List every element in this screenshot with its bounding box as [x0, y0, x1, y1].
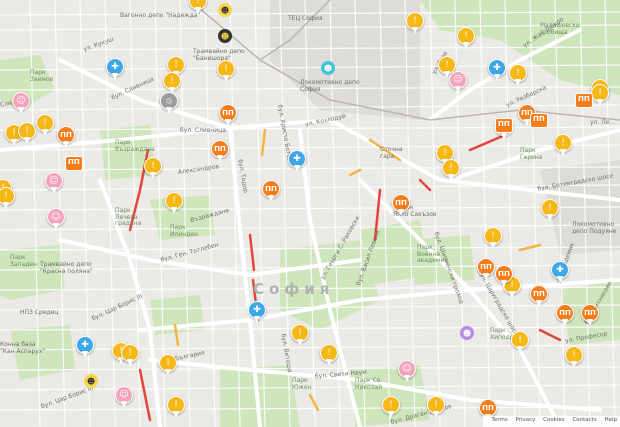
hazard-alert-pin[interactable]: !	[553, 134, 573, 160]
user-report-alert-pin[interactable]: ☺	[448, 71, 468, 97]
hazard-alert-pin[interactable]: !	[456, 27, 476, 53]
traffic-jam-icon[interactable]: ΠΠ	[65, 156, 83, 171]
hazard-alert-pin[interactable]: !	[564, 346, 584, 372]
wazer-icon[interactable]: ☻	[84, 374, 98, 388]
hazard-alert-pin[interactable]: !	[426, 396, 446, 422]
place-label: Локомотивно депо София	[300, 79, 360, 93]
closure-alert-pin[interactable]: ⦸	[159, 92, 179, 118]
place-label: Парк Заимов	[30, 69, 54, 83]
traffic-jam-alert-pin[interactable]: ΠΠ	[555, 304, 575, 330]
hazard-alert-pin[interactable]: !	[508, 64, 528, 90]
police-alert-pin[interactable]: ✚	[75, 336, 95, 362]
place-label: Парк Възраждане	[115, 139, 155, 153]
police-alert-pin[interactable]: ✚	[487, 59, 507, 85]
traffic-jam-alert-pin[interactable]: ΠΠ	[476, 258, 496, 284]
live-map[interactable]: София Вагонно депо "Надежда" Трамвайно д…	[0, 0, 620, 427]
traffic-jam-alert-pin[interactable]: ΠΠ	[210, 140, 230, 166]
traffic-jam-alert-pin[interactable]: ΠΠ	[494, 265, 514, 291]
place-label: НПЗ Средец	[20, 309, 59, 316]
wazer-icon[interactable]: ☻	[460, 326, 474, 340]
hazard-alert-pin[interactable]: !	[35, 114, 55, 140]
hazard-alert-pin[interactable]: !	[405, 12, 425, 38]
traffic-jam-icon[interactable]: ΠΠ	[530, 113, 548, 128]
place-label: Локомотивно депо Подуяне	[572, 221, 617, 235]
place-label: Парк Св. Николай	[355, 377, 383, 391]
user-report-alert-pin[interactable]: ☺	[397, 360, 417, 386]
hazard-alert-pin[interactable]: !	[381, 396, 401, 422]
hazard-alert-pin[interactable]: !	[540, 199, 560, 225]
hazard-alert-pin[interactable]: !	[290, 324, 310, 350]
map-footer: Terms Privacy Cookies Contacts Help	[482, 416, 620, 427]
wazer-icon[interactable]: ☻	[218, 29, 232, 43]
traffic-jam-icon[interactable]: ΠΠ	[575, 93, 593, 108]
place-label: Парк Западен	[10, 254, 37, 268]
place-label: Парк Илинден	[170, 224, 198, 238]
traffic-jam-icon[interactable]: ΠΠ	[495, 118, 513, 133]
hazard-alert-pin[interactable]: !	[510, 331, 530, 357]
hazard-alert-pin[interactable]: !	[188, 0, 208, 18]
user-report-alert-pin[interactable]: ☺	[44, 172, 64, 198]
police-alert-pin[interactable]: ✚	[550, 261, 570, 287]
traffic-jam-alert-pin[interactable]: ΠΠ	[391, 194, 411, 220]
user-report-alert-pin[interactable]: ☺	[46, 208, 66, 234]
traffic-jam-alert-pin[interactable]: ΠΠ	[218, 104, 238, 130]
traffic-jam-alert-pin[interactable]: ΠΠ	[580, 304, 600, 330]
traffic-jam-alert-pin[interactable]: ΠΠ	[261, 180, 281, 206]
place-label: Конна база "Кан Аспарух"	[0, 341, 46, 355]
footer-link[interactable]: Cookies	[543, 417, 565, 423]
street-label: ул. Ле...	[590, 119, 616, 126]
hazard-alert-pin[interactable]: !	[441, 159, 461, 185]
hazard-alert-pin[interactable]: !	[166, 396, 186, 422]
hazard-alert-pin[interactable]: !	[17, 122, 37, 148]
police-alert-pin[interactable]: ✚	[247, 301, 267, 327]
place-label: Сточна гара	[380, 146, 403, 160]
user-report-alert-pin[interactable]: ☺	[114, 386, 134, 412]
hazard-alert-pin[interactable]: !	[158, 354, 178, 380]
place-label: ТЕЦ София	[288, 15, 323, 22]
traffic-jam-alert-pin[interactable]: ΠΠ	[529, 285, 549, 311]
city-label: София	[253, 280, 335, 298]
police-alert-pin[interactable]: ✚	[287, 150, 307, 176]
place-label: Парк Лечева градина	[115, 207, 142, 228]
wazer-icon[interactable]: ☻	[321, 61, 335, 75]
hazard-alert-pin[interactable]: !	[590, 84, 610, 110]
hazard-alert-pin[interactable]: !	[483, 227, 503, 253]
hazard-alert-pin[interactable]: !	[216, 60, 236, 86]
footer-link[interactable]: Privacy	[515, 417, 535, 423]
hazard-alert-pin[interactable]: !	[164, 192, 184, 218]
hazard-alert-pin[interactable]: !	[319, 344, 339, 370]
user-report-alert-pin[interactable]: ☺	[11, 92, 31, 118]
footer-link[interactable]: Help	[604, 417, 617, 423]
hazard-alert-pin[interactable]: !	[120, 344, 140, 370]
wazer-icon[interactable]: ☻	[218, 3, 232, 17]
police-alert-pin[interactable]: ✚	[105, 58, 125, 84]
place-label: Парк Герена	[520, 147, 543, 161]
hazard-alert-pin[interactable]: !	[0, 187, 16, 213]
hazard-alert-pin[interactable]: !	[143, 157, 163, 183]
footer-link[interactable]: Terms	[492, 417, 508, 423]
traffic-jam-alert-pin[interactable]: ΠΠ	[56, 126, 76, 152]
footer-link[interactable]: Contacts	[572, 417, 596, 423]
